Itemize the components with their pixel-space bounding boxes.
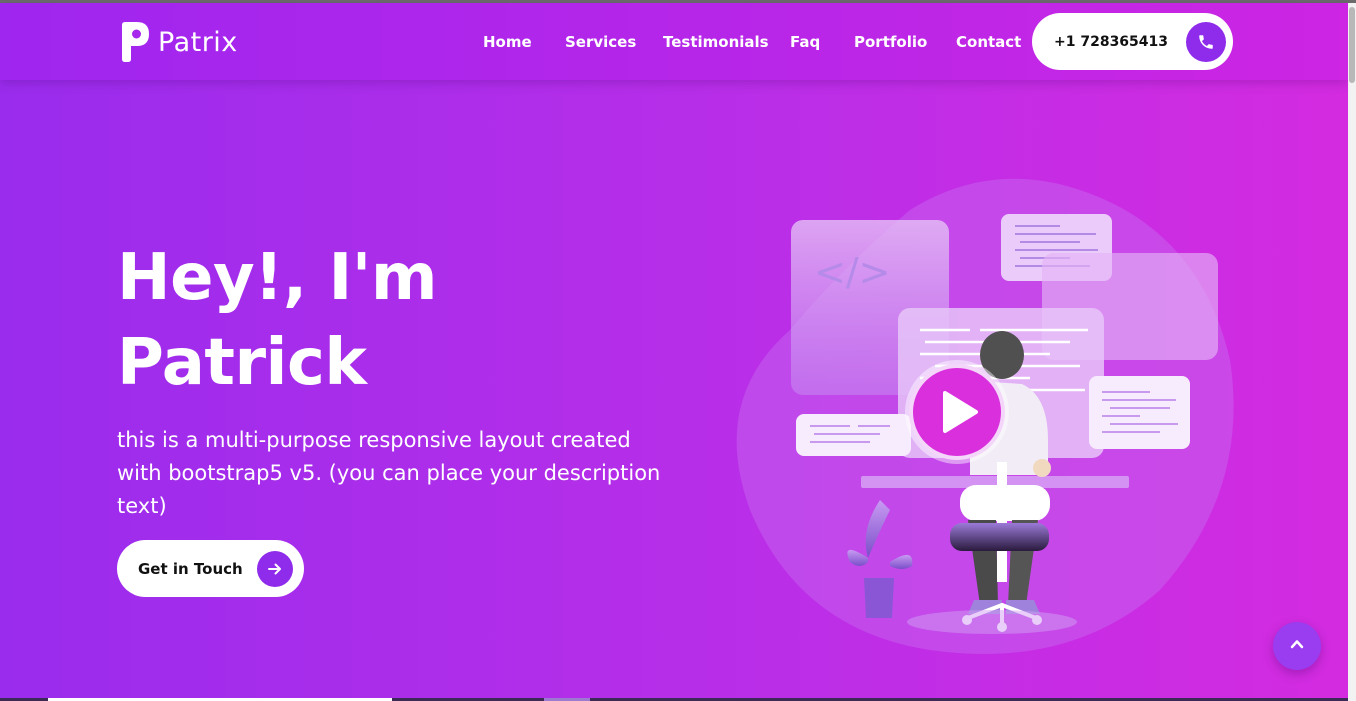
arrow-right-icon [257, 551, 293, 587]
nav-services[interactable]: Services [565, 33, 636, 51]
logo-p-icon [120, 21, 150, 63]
play-icon[interactable] [912, 367, 1002, 457]
nav-home[interactable]: Home [483, 33, 532, 51]
nav-portfolio[interactable]: Portfolio [854, 33, 927, 51]
hero-description: this is a multi-purpose responsive layou… [117, 428, 661, 518]
phone-icon [1186, 22, 1226, 62]
get-in-touch-label: Get in Touch [138, 559, 243, 578]
developer-illustration: </> [730, 170, 1240, 660]
brand-name: Patrix [158, 26, 238, 58]
get-in-touch-button[interactable]: Get in Touch [117, 540, 304, 597]
scrollbar-thumb[interactable] [1349, 7, 1355, 83]
hero-title-line1: Hey!, I'm [117, 241, 438, 315]
phone-contact-button[interactable]: +1 728365413 [1032, 13, 1233, 70]
chevron-up-icon [1289, 636, 1305, 656]
nav-contact[interactable]: Contact [956, 33, 1021, 51]
nav-faq[interactable]: Faq [790, 33, 820, 51]
phone-number: +1 728365413 [1054, 33, 1169, 50]
scroll-to-top-button[interactable] [1273, 622, 1321, 670]
hero-title: Hey!, I'm Patrick [117, 236, 597, 406]
nav-testimonials[interactable]: Testimonials [663, 33, 769, 51]
site-header: Patrix Home Services Testimonials Faq Po… [0, 3, 1348, 80]
hero-title-line2: Patrick [117, 326, 367, 400]
code-tag-text: </> [814, 250, 890, 294]
brand-logo[interactable]: Patrix [120, 21, 238, 63]
page-scrollbar[interactable] [1348, 3, 1356, 701]
